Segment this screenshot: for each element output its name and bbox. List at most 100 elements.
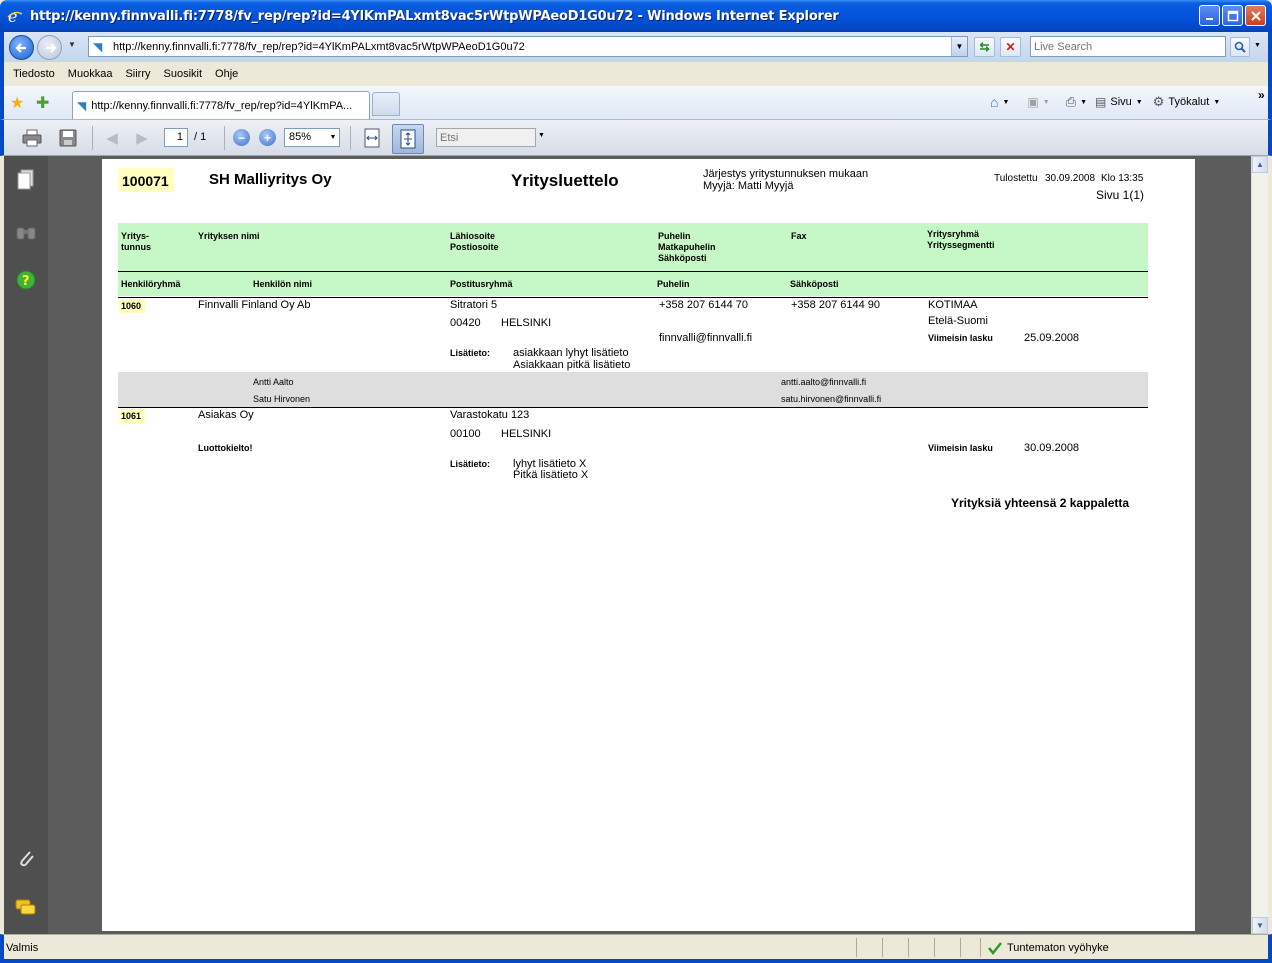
record-street: Sitratori 5 [450, 299, 498, 311]
page-menu-button[interactable]: Sivu [1110, 96, 1131, 108]
ie-logo-icon: e [6, 7, 24, 25]
scroll-down-button[interactable]: ▼ [1252, 917, 1268, 934]
print-dropdown[interactable]: ▼ [1080, 99, 1087, 106]
tab-bar: ★ ✚ ◥ http://kenny.finnvalli.fi:7778/fv_… [0, 86, 1272, 120]
header-person-phone: Puhelin [657, 279, 690, 289]
seller-info: Myyjä: Matti Myyjä [703, 180, 794, 192]
header-mobile: Matkapuhelin [658, 242, 716, 252]
url-dropdown[interactable]: ▼ [951, 37, 967, 56]
zone-label: Tuntematon vyöhyke [1007, 941, 1109, 954]
fit-page-button[interactable] [392, 124, 424, 154]
zoom-out-button[interactable]: − [233, 129, 250, 146]
pages-icon[interactable] [14, 168, 38, 192]
feeds-icon[interactable]: ▣ [1027, 95, 1038, 109]
window-title: http://kenny.finnvalli.fi:7778/fv_rep/re… [30, 8, 839, 24]
pdf-side-panel: ? [4, 156, 48, 934]
tab-title: http://kenny.finnvalli.fi:7778/fv_rep/re… [91, 99, 353, 112]
record-last-invoice: 30.09.2008 [1024, 442, 1080, 454]
find-dropdown[interactable]: ▼ [538, 132, 545, 139]
help-icon[interactable]: ? [14, 268, 38, 292]
pdf-toolbar: ◀ ▶ 1 / 1 − + 85% ▼ ▼ [0, 120, 1272, 156]
arrow-right-icon: ▶ [136, 130, 148, 147]
stop-button[interactable]: ✕ [1000, 37, 1021, 57]
svg-text:?: ? [22, 274, 30, 289]
find-box[interactable] [436, 128, 536, 147]
zoom-value: 85% [289, 131, 312, 143]
header-row-person: Henkilöryhmä Henkilön nimi Postitusryhmä… [118, 272, 1148, 296]
search-input[interactable] [1031, 37, 1225, 56]
record-credit-block: Luottokielto! [198, 443, 253, 453]
more-commands-button[interactable]: » [1258, 88, 1265, 102]
report-title: Yritysluettelo [511, 171, 619, 190]
previous-page-button[interactable]: ◀ [100, 126, 124, 150]
header-segment: Yrityssegmentti [927, 240, 995, 250]
record-last-invoice: 25.09.2008 [1024, 332, 1080, 344]
arrow-left-icon: ◀ [106, 130, 118, 147]
tab-favicon-icon: ◥ [77, 98, 87, 113]
favorites-star-icon[interactable]: ★ [10, 93, 24, 113]
scroll-up-button[interactable]: ▲ [1252, 156, 1268, 173]
header-street: Lähiosoite [450, 231, 496, 241]
close-window-button[interactable] [1245, 5, 1266, 26]
menu-item-ohje[interactable]: Ohje [215, 68, 238, 80]
zoom-in-button[interactable]: + [259, 129, 276, 146]
tools-gear-icon[interactable]: ⚙ [1153, 94, 1165, 110]
refresh-button[interactable]: ⇆ [974, 37, 995, 57]
forward-button[interactable] [37, 35, 62, 60]
url-input[interactable]: ◥ http://kenny.finnvalli.fi:7778/fv_rep/… [88, 36, 968, 57]
home-dropdown[interactable]: ▼ [1002, 99, 1009, 106]
search-box[interactable] [1030, 36, 1226, 57]
checkmark-icon [988, 941, 1002, 955]
report-page: 100071 SH Malliyritys Oy Yritysluettelo … [102, 159, 1195, 931]
menu-item-suosikit[interactable]: Suosikit [164, 68, 203, 80]
fit-width-icon [364, 128, 380, 148]
maximize-button[interactable] [1222, 5, 1243, 26]
tab-current[interactable]: ◥ http://kenny.finnvalli.fi:7778/fv_rep/… [72, 91, 370, 119]
next-page-button[interactable]: ▶ [130, 126, 154, 150]
history-dropdown[interactable]: ▼ [68, 40, 76, 49]
printed-label: Tulostettu [994, 173, 1038, 184]
zoom-select[interactable]: 85% ▼ [284, 128, 340, 147]
comments-icon[interactable] [14, 896, 38, 920]
menu-item-muokkaa[interactable]: Muokkaa [68, 68, 113, 80]
search-options-dropdown[interactable]: ▼ [1254, 42, 1261, 49]
attachments-icon[interactable] [14, 846, 38, 870]
record-email: finnvalli@finnvalli.fi [659, 332, 753, 344]
total-count: Yrityksiä yhteensä 2 kappaletta [951, 496, 1130, 510]
fit-width-button[interactable] [360, 126, 384, 150]
record-info-label: Lisätieto: [450, 459, 491, 469]
home-icon[interactable]: ⌂ [990, 94, 998, 110]
feeds-dropdown[interactable]: ▼ [1043, 99, 1050, 106]
record-city: HELSINKI [501, 428, 552, 440]
printed-date: 30.09.2008 [1045, 173, 1096, 184]
page-menu-icon[interactable]: ▤ [1095, 95, 1106, 109]
binoculars-icon[interactable] [14, 220, 38, 244]
window-titlebar: e http://kenny.finnvalli.fi:7778/fv_rep/… [0, 0, 1272, 32]
zoom-dropdown[interactable]: ▼ [327, 129, 339, 146]
person-name: Antti Aalto [253, 377, 294, 387]
print-icon[interactable]: ⎙ [1066, 94, 1076, 110]
pdf-print-button[interactable] [20, 126, 44, 150]
record-last-invoice-label: Viimeisin lasku [928, 443, 993, 453]
security-zone[interactable]: Tuntematon vyöhyke [980, 938, 1109, 957]
add-favorite-icon[interactable]: ✚ [36, 93, 49, 113]
record-street: Varastokatu 123 [450, 409, 530, 421]
minimize-button[interactable] [1199, 5, 1220, 26]
page-number-input[interactable]: 1 [164, 128, 188, 147]
arrow-left-icon [14, 42, 26, 53]
search-button[interactable] [1230, 37, 1250, 57]
page-info: Sivu 1(1) [1096, 188, 1145, 202]
tools-menu-button[interactable]: Työkalut [1168, 96, 1209, 108]
fit-page-icon [400, 129, 416, 149]
arrow-right-icon [45, 42, 57, 53]
menu-item-tiedosto[interactable]: Tiedosto [13, 68, 55, 80]
find-input[interactable] [437, 129, 535, 146]
header-phone: Puhelin [658, 231, 691, 241]
pdf-save-button[interactable] [56, 126, 80, 150]
vertical-scrollbar[interactable]: ▲ ▼ [1251, 156, 1268, 934]
back-button[interactable] [9, 35, 34, 60]
record-zip: 00100 [450, 428, 481, 440]
new-tab-button[interactable] [372, 92, 400, 116]
menu-item-siirry[interactable]: Siirry [125, 68, 150, 80]
person-email: satu.hirvonen@finnvalli.fi [781, 394, 882, 404]
